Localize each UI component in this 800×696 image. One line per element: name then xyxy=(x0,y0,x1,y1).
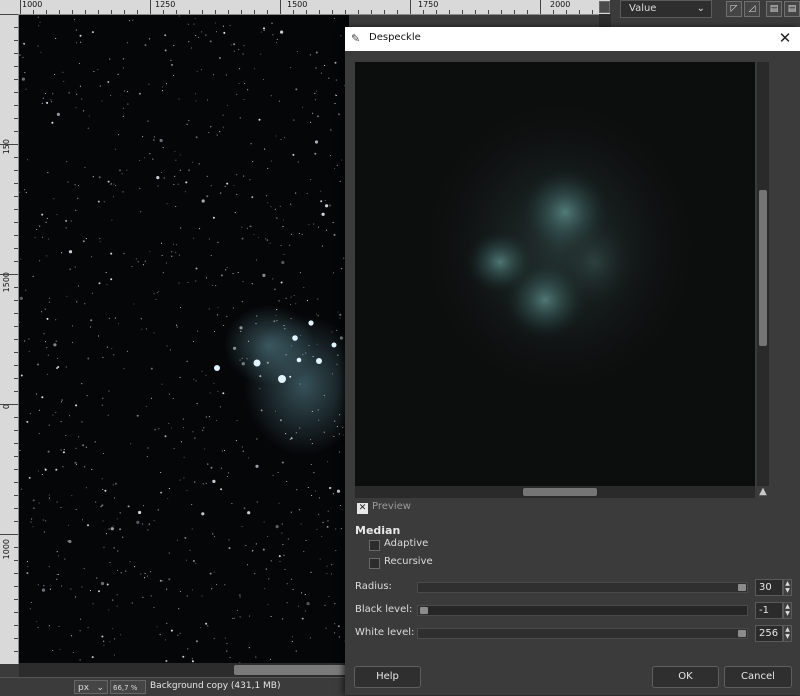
radius-row: Radius: 30 ▲ ▼ xyxy=(355,579,795,596)
image-canvas[interactable] xyxy=(19,15,349,663)
radius-slider[interactable] xyxy=(417,582,748,593)
ruler-corner-button[interactable] xyxy=(599,1,610,13)
black-level-label: Black level: xyxy=(355,604,413,615)
dialog-title: Despeckle xyxy=(369,32,421,43)
checkbox-icon[interactable] xyxy=(369,540,380,551)
cancel-button[interactable]: Cancel xyxy=(724,666,792,688)
slider-handle[interactable] xyxy=(420,607,428,614)
white-level-label: White level: xyxy=(355,627,415,638)
channel-value: Value xyxy=(629,3,657,14)
close-icon[interactable]: ✕ xyxy=(776,29,794,47)
ruler-label: 1000 xyxy=(2,539,11,560)
spin-arrows-icon[interactable]: ▲ ▼ xyxy=(783,579,792,596)
panel-icon[interactable]: ▤ xyxy=(766,1,782,17)
unit-value: px xyxy=(78,683,90,693)
preview-label: Preview xyxy=(372,501,411,512)
ruler-label: 150 xyxy=(2,139,11,155)
radius-spinbox[interactable]: 30 xyxy=(755,579,783,596)
section-title: Median xyxy=(355,524,401,537)
black-level-slider[interactable] xyxy=(417,605,748,616)
preview-vertical-scrollbar[interactable] xyxy=(757,62,769,486)
slider-handle[interactable] xyxy=(738,630,746,637)
histogram-dock-header: Value ⌄ ◸ ◿ ▤ ▤ xyxy=(612,0,800,22)
preview-image xyxy=(355,62,755,486)
spin-arrows-icon[interactable]: ▲ ▼ xyxy=(783,602,792,619)
vertical-ruler: 150 1500 0 1000 xyxy=(0,14,19,664)
adaptive-label: Adaptive xyxy=(384,538,429,549)
despeckle-dialog: ✎ Despeckle ✕ ▲ ✕ Preview Median Adaptiv… xyxy=(345,27,800,695)
zoom-value: 66,7 % xyxy=(113,684,138,692)
ruler-label: 1000 xyxy=(22,0,43,9)
help-button[interactable]: Help xyxy=(354,666,421,688)
panel-icon[interactable]: ▤ xyxy=(784,1,800,17)
spin-arrows-icon[interactable]: ▲ ▼ xyxy=(783,625,792,642)
checkbox-icon[interactable] xyxy=(369,558,380,569)
zoom-selector[interactable]: 66,7 % xyxy=(110,680,146,694)
linear-histogram-icon[interactable]: ◸ xyxy=(726,1,742,17)
channel-combo[interactable]: Value ⌄ xyxy=(620,0,712,18)
status-bar: px ⌄ 66,7 % Background copy (431,1 MB) xyxy=(0,677,345,696)
horizontal-ruler: 1000 1250 1500 1750 2000 xyxy=(0,0,610,15)
chevron-down-icon: ⌄ xyxy=(96,683,104,693)
checkbox-icon[interactable]: ✕ xyxy=(357,503,368,514)
ok-button[interactable]: OK xyxy=(652,666,719,688)
dialog-titlebar[interactable]: ✎ Despeckle ✕ xyxy=(345,27,800,51)
chevron-down-icon: ⌄ xyxy=(696,3,705,14)
gimp-icon: ✎ xyxy=(351,32,361,45)
white-level-row: White level: 256 ▲ ▼ xyxy=(355,625,795,642)
preview-area[interactable] xyxy=(355,62,755,486)
radius-label: Radius: xyxy=(355,581,392,592)
starfield-image xyxy=(19,15,349,663)
black-level-row: Black level: -1 ▲ ▼ xyxy=(355,602,795,619)
recursive-label: Recursive xyxy=(384,556,433,567)
log-histogram-icon[interactable]: ◿ xyxy=(744,1,760,17)
preview-horizontal-scrollbar[interactable] xyxy=(355,486,755,498)
white-level-spinbox[interactable]: 256 xyxy=(755,625,783,642)
ruler-label: 2000 xyxy=(550,0,571,9)
black-level-spinbox[interactable]: -1 xyxy=(755,602,783,619)
ruler-label: 1500 xyxy=(287,0,308,9)
unit-selector[interactable]: px ⌄ xyxy=(74,680,108,694)
layer-info: Background copy (431,1 MB) xyxy=(150,681,281,691)
slider-handle[interactable] xyxy=(738,584,746,591)
navigate-icon[interactable]: ▲ xyxy=(757,486,769,498)
white-level-slider[interactable] xyxy=(417,628,748,639)
ruler-label: 1750 xyxy=(418,0,439,9)
ruler-label: 1500 xyxy=(2,272,11,293)
ruler-label: 1250 xyxy=(155,0,176,9)
